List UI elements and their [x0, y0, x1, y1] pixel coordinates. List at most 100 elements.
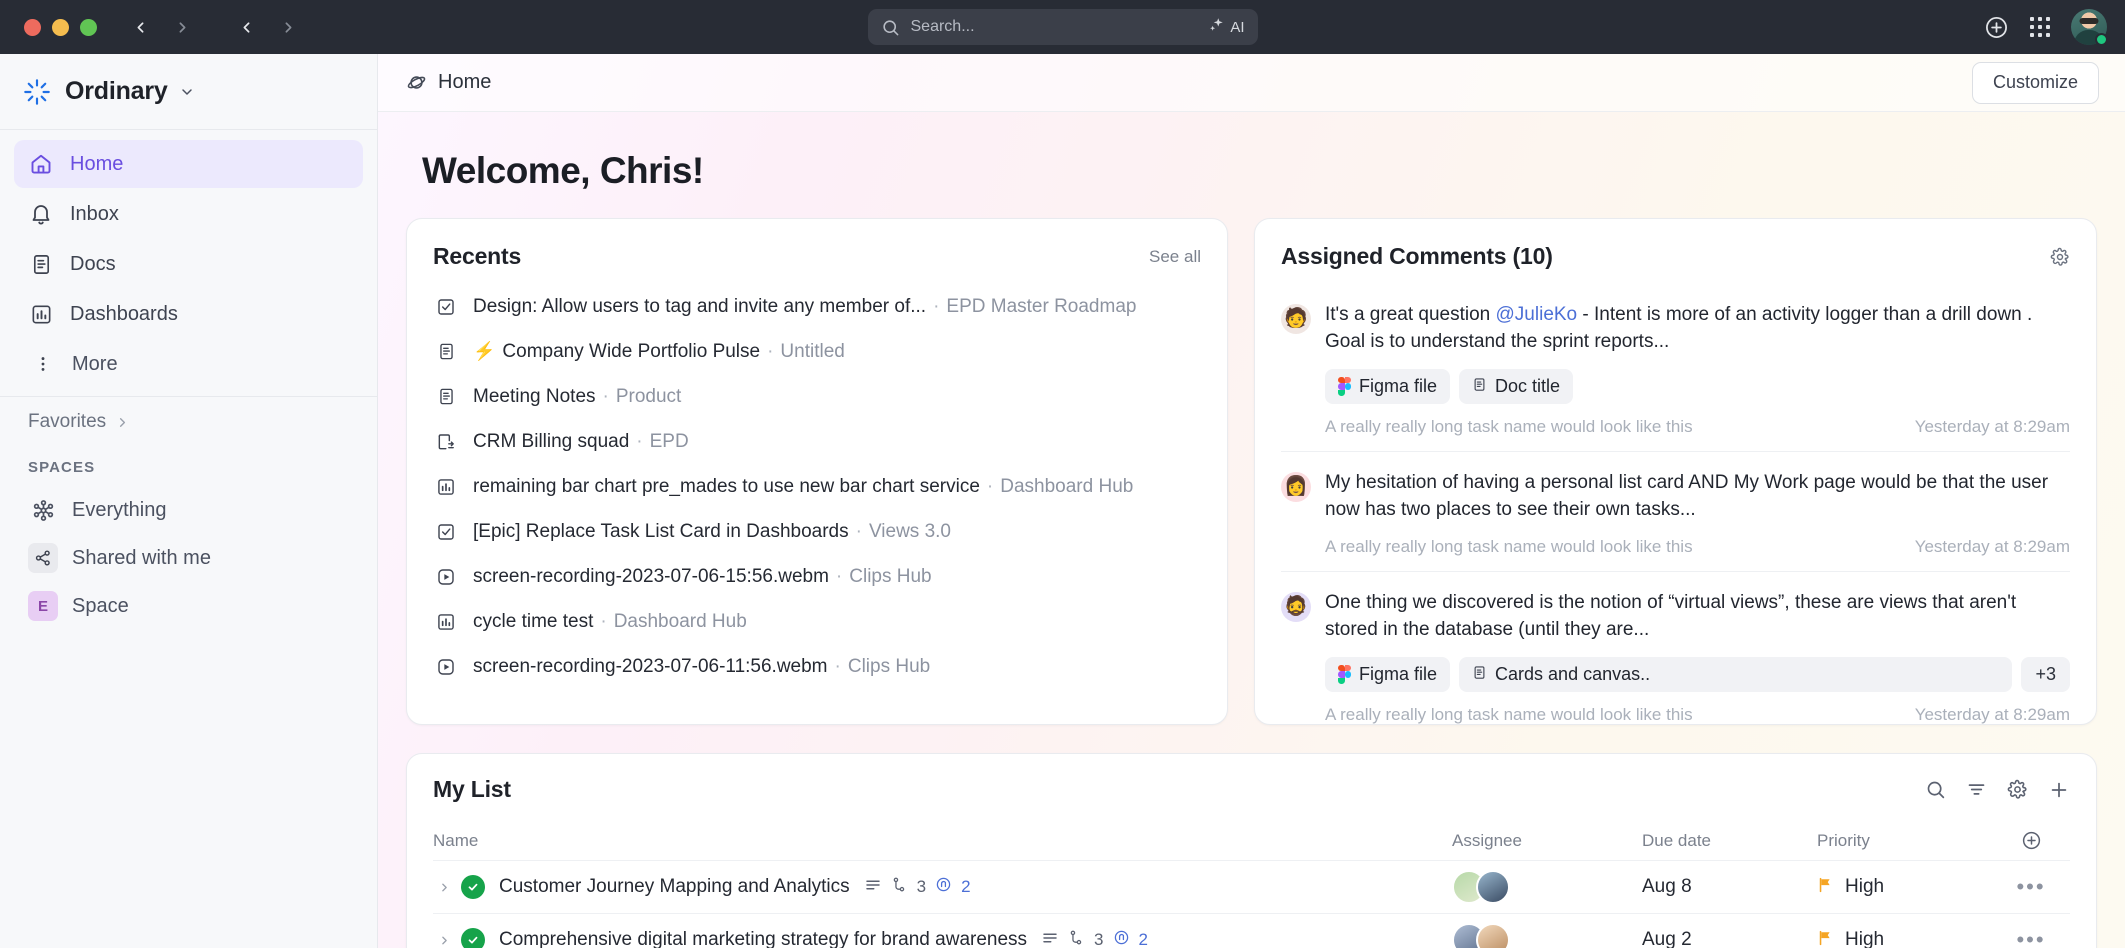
grid-icon [2030, 17, 2050, 37]
sidebar-item-shared-with-me[interactable]: Shared with me [14, 534, 363, 582]
sidebar-item-dashboards[interactable]: Dashboards [14, 290, 363, 338]
table-row[interactable]: Comprehensive digital marketing strategy… [433, 914, 2070, 948]
attachment-chip-figma[interactable]: Figma file [1325, 368, 1451, 404]
sidebar-item-label: Dashboards [70, 302, 178, 325]
favorites-section-toggle[interactable]: Favorites [0, 397, 377, 443]
user-avatar-button[interactable] [2071, 9, 2108, 46]
chevron-down-icon [179, 84, 195, 100]
due-date-cell[interactable]: Aug 8 [1642, 876, 1817, 898]
recent-name: cycle time test [473, 610, 594, 632]
list-item[interactable]: screen-recording-2023-07-06-15:56.webm ·… [433, 554, 1201, 599]
due-date: Aug 8 [1642, 876, 1692, 897]
everything-icon [28, 495, 58, 525]
history-back-button[interactable] [225, 6, 267, 48]
sidebar-item-docs[interactable]: Docs [14, 240, 363, 288]
list-item[interactable]: remaining bar chart pre_mades to use new… [433, 464, 1201, 509]
column-header-name[interactable]: Name [433, 831, 1452, 851]
table-row[interactable]: Customer Journey Mapping and Analytics 3 [433, 861, 2070, 914]
chip-label: Doc title [1495, 375, 1561, 396]
row-actions-button[interactable]: ••• [1992, 927, 2070, 948]
forward-button[interactable] [161, 6, 203, 48]
separator-dot: · [855, 520, 862, 542]
sidebar-item-space[interactable]: E Space [14, 582, 363, 630]
comment-item[interactable]: 🧑 It's a great question @JulieKo - Inten… [1281, 284, 2070, 452]
list-item[interactable]: Meeting Notes · Product [433, 374, 1201, 419]
list-item[interactable]: [Epic] Replace Task List Card in Dashboa… [433, 509, 1201, 554]
due-date-cell[interactable]: Aug 2 [1642, 929, 1817, 948]
breadcrumb[interactable]: Home [406, 71, 491, 94]
list-item[interactable]: CRM Billing squad · EPD [433, 419, 1201, 464]
back-button[interactable] [119, 6, 161, 48]
recent-name: Meeting Notes [473, 385, 596, 407]
filter-icon[interactable] [1966, 779, 1987, 800]
assignee-cell[interactable] [1452, 870, 1642, 904]
comments-card-header: Assigned Comments (10) [1281, 243, 2070, 270]
maximize-window-button[interactable] [80, 18, 97, 36]
recent-context: EPD Master Roadmap [946, 295, 1137, 317]
close-window-button[interactable] [24, 18, 41, 36]
attachment-chip-doc[interactable]: Doc title [1459, 368, 1574, 404]
ellipsis-icon: ••• [2016, 927, 2046, 948]
sidebar-item-inbox[interactable]: Inbox [14, 190, 363, 238]
status-badge[interactable] [461, 875, 485, 899]
list-item[interactable]: Design: Allow users to tag and invite an… [433, 284, 1201, 329]
avatar-stack [1452, 870, 1510, 904]
workspace-switcher[interactable]: Ordinary [0, 54, 377, 129]
gear-icon[interactable] [2050, 247, 2070, 267]
recent-context: Untitled [780, 340, 845, 362]
assignee-cell[interactable] [1452, 923, 1642, 948]
recents-list: Design: Allow users to tag and invite an… [433, 284, 1201, 689]
window-titlebar: Search... AI [0, 0, 2125, 54]
sidebar-item-everything[interactable]: Everything [14, 486, 363, 534]
recent-name: [Epic] Replace Task List Card in Dashboa… [473, 520, 849, 542]
attachment-overflow-chip[interactable]: +3 [2021, 656, 2070, 692]
priority-cell[interactable]: High [1817, 929, 1992, 948]
attachment-chip-doc[interactable]: Cards and canvas.. [1459, 656, 2013, 692]
recent-context: Clips Hub [847, 655, 931, 677]
comment-item[interactable]: 🧔 One thing we discovered is the notion … [1281, 572, 2070, 724]
add-new-button[interactable] [1977, 8, 2015, 46]
apps-grid-button[interactable] [2021, 8, 2059, 46]
column-header-assignee[interactable]: Assignee [1452, 831, 1642, 851]
expand-row-caret-icon[interactable] [433, 881, 455, 894]
table-header-row: Name Assignee Due date Priority [433, 821, 2070, 861]
search-icon[interactable] [1925, 779, 1946, 800]
see-all-link[interactable]: See all [1149, 247, 1201, 267]
window-controls [24, 18, 97, 36]
mention-link[interactable]: @JulieKo [1496, 304, 1578, 325]
separator-dot: · [933, 295, 940, 317]
row-actions-button[interactable]: ••• [1992, 876, 2070, 898]
clip-icon [433, 567, 459, 587]
add-task-button[interactable] [2048, 779, 2070, 801]
gear-icon[interactable] [2007, 779, 2028, 800]
search-input[interactable]: Search... AI [867, 9, 1258, 45]
share-icon [28, 543, 58, 573]
sidebar-item-home[interactable]: Home [14, 140, 363, 188]
comment-text-before: It's a great question [1325, 304, 1496, 325]
dashboard-scroll-area[interactable]: Welcome, Chris! Recents See all Design: [378, 112, 2125, 948]
sparkle-icon [1207, 16, 1225, 38]
history-forward-button[interactable] [267, 6, 309, 48]
sidebar-item-more[interactable]: More [14, 340, 363, 388]
comment-attachments: Figma file Cards and canvas.. +3 [1325, 656, 2070, 692]
column-header-due-date[interactable]: Due date [1642, 831, 1817, 851]
space-label: Everything [72, 498, 167, 521]
separator-dot: · [834, 655, 841, 677]
page-header: Home Customize [378, 54, 2125, 112]
add-column-button[interactable] [1992, 830, 2070, 851]
status-badge[interactable] [461, 928, 485, 948]
expand-row-caret-icon[interactable] [433, 934, 455, 947]
attachment-chip-figma[interactable]: Figma file [1325, 656, 1451, 692]
sidebar-item-label: Home [70, 152, 124, 175]
list-item[interactable]: cycle time test · Dashboard Hub [433, 599, 1201, 644]
column-header-priority[interactable]: Priority [1817, 831, 1992, 851]
description-icon [1041, 929, 1059, 948]
minimize-window-button[interactable] [52, 18, 69, 36]
ai-search-button[interactable]: AI [1207, 16, 1245, 38]
list-item[interactable]: ⚡ Company Wide Portfolio Pulse · Untitle… [433, 329, 1201, 374]
customize-button[interactable]: Customize [1971, 61, 2099, 104]
list-item[interactable]: screen-recording-2023-07-06-11:56.webm ·… [433, 644, 1201, 689]
priority-cell[interactable]: High [1817, 876, 1992, 899]
comment-item[interactable]: 👩 My hesitation of having a personal lis… [1281, 452, 2070, 572]
recent-context: Dashboard Hub [1000, 475, 1134, 497]
